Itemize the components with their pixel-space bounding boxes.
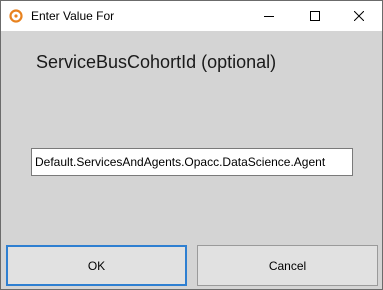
dialog-content: ServiceBusCohortId (optional) OK Cancel xyxy=(1,31,382,289)
ok-button-label: OK xyxy=(87,258,106,273)
value-input[interactable] xyxy=(31,148,353,176)
minimize-button[interactable] xyxy=(246,1,292,31)
minimize-icon xyxy=(264,16,274,17)
cancel-button-label: Cancel xyxy=(268,258,307,273)
cancel-button[interactable]: Cancel xyxy=(197,245,378,286)
ok-button[interactable]: OK xyxy=(6,245,187,286)
close-button[interactable] xyxy=(336,1,382,31)
app-icon xyxy=(9,9,23,23)
maximize-icon xyxy=(310,11,320,21)
close-icon xyxy=(354,11,364,21)
maximize-button[interactable] xyxy=(292,1,338,31)
title-bar[interactable]: Enter Value For xyxy=(1,1,382,31)
window-title: Enter Value For xyxy=(31,9,115,23)
prompt-label: ServiceBusCohortId (optional) xyxy=(36,52,277,72)
dialog-window: Enter Value For ServiceBusCohortId (opti… xyxy=(0,0,383,290)
